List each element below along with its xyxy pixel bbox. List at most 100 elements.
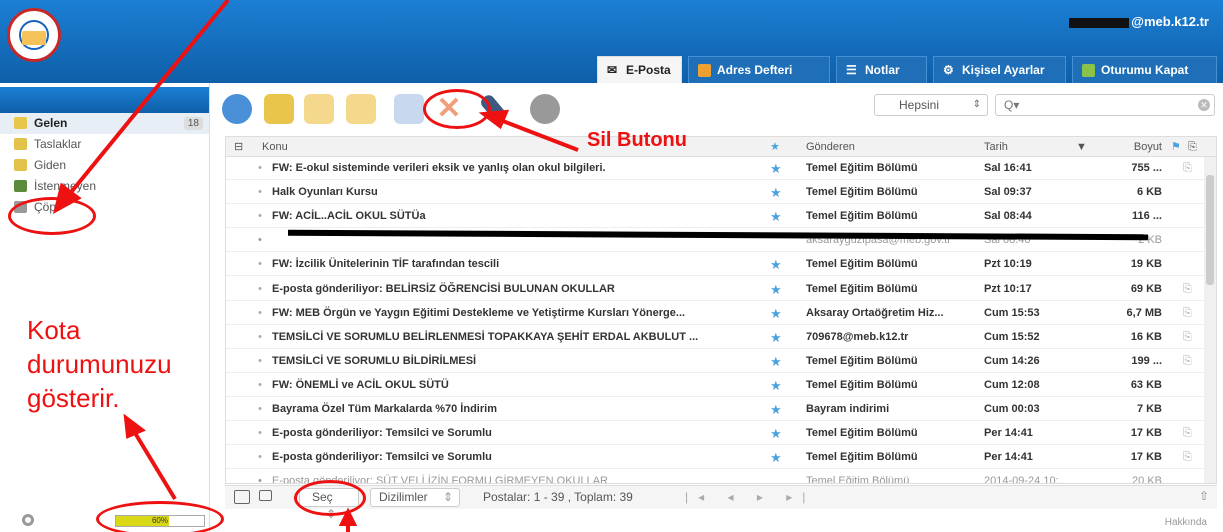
flag-star-icon: ★ xyxy=(770,281,782,297)
message-sender: Temel Eğitim Bölümü xyxy=(806,354,918,367)
table-row[interactable]: • TEMSİLCİ VE SORUMLU BİLDİRİLMESİ ★ Temel … xyxy=(226,350,1206,373)
thread-view-icon[interactable] xyxy=(259,490,272,501)
message-subject: E-posta gönderiliyor: Temsilci ve Soruml… xyxy=(272,427,492,440)
attachment-icon: ⎘ xyxy=(1183,451,1192,464)
message-list: ⊟ Konu ★ Gönderen Tarih ▼ Boyut ⚑ ⎘ • FW:… xyxy=(225,136,1217,484)
flag-star-icon: ★ xyxy=(770,353,782,369)
column-from[interactable]: Gönderen xyxy=(806,137,855,157)
unread-dot: • xyxy=(258,451,262,464)
inbox-icon xyxy=(14,117,27,129)
gear-icon: ⚙ xyxy=(943,63,954,77)
column-size[interactable]: Boyut xyxy=(1102,137,1162,157)
about-link[interactable]: Hakkında xyxy=(1165,517,1207,528)
flag-star-icon: ★ xyxy=(770,450,782,466)
settings-gear-icon[interactable] xyxy=(22,514,34,526)
clear-search-icon[interactable]: ✕ xyxy=(1198,99,1210,111)
search-input[interactable]: Q▾ ✕ xyxy=(995,94,1215,116)
message-size: 116 ... xyxy=(1132,210,1162,223)
table-row[interactable]: • TEMSİLCİ VE SORUMLU BELİRLENMESİ TOPAKK… xyxy=(226,326,1206,349)
column-date[interactable]: Tarih xyxy=(984,137,1008,157)
flag-star-icon: ★ xyxy=(770,426,782,442)
spam-icon xyxy=(14,180,27,192)
sidebar-item-giden[interactable]: Giden xyxy=(0,155,209,176)
flag-star-icon: ★ xyxy=(770,257,782,273)
message-size: 17 KB xyxy=(1130,451,1162,464)
annotation-quota-label: Kota durumunuzu gösterir. xyxy=(27,315,172,413)
message-subject: FW: E-okul sisteminde verileri eksik ve … xyxy=(272,162,606,174)
message-size: 6 KB xyxy=(1136,186,1162,199)
user-email: @meb.k12.tr xyxy=(1069,14,1209,29)
unread-dot: • xyxy=(258,186,262,199)
tab-e-posta[interactable]: ✉ E-Posta xyxy=(597,56,682,83)
attachment-icon: ⎘ xyxy=(1183,306,1192,319)
sidebar-item-istenmeyen[interactable]: İstenmeyen xyxy=(0,176,209,197)
message-subject: FW: ÖNEMLİ ve ACİL OKUL SÜTÜ xyxy=(272,378,449,391)
list-view-icon[interactable] xyxy=(234,490,250,504)
sidebar-item-taslaklar[interactable]: Taslaklar xyxy=(0,134,209,155)
message-date: Sal 09:37 xyxy=(984,186,1032,199)
message-date: Sal 16:41 xyxy=(984,162,1032,174)
table-row[interactable]: • FW: MEB Örgün ve Yaygın Eğitimi Destekl… xyxy=(226,302,1206,325)
message-date: Per 14:41 xyxy=(984,451,1033,464)
sidebar-item-gelen[interactable]: Gelen 18 xyxy=(0,113,209,134)
attachment-icon: ⎘ xyxy=(1183,354,1192,367)
pagination-status: Postalar: 1 - 39 , Toplam: 39 xyxy=(483,490,633,504)
message-list-footer: Seç ⇕ Dizilimler ⇕ Postalar: 1 - 39 , To… xyxy=(225,485,1217,521)
webmail-app: @meb.k12.tr ✉ E-Posta Adres Defteri ☰ Notl… xyxy=(0,0,1223,532)
message-sender: Temel Eğitim Bölümü xyxy=(806,475,910,484)
notes-icon: ☰ xyxy=(846,63,857,77)
table-row[interactable]: • E-posta gönderiliyor: Temsilci ve Sorum… xyxy=(226,446,1206,470)
message-filter-select[interactable]: Hepsini ⇕ xyxy=(874,94,988,116)
sidebar-header xyxy=(0,87,209,113)
reply-all-button[interactable] xyxy=(346,94,376,124)
refresh-icon[interactable] xyxy=(222,94,252,124)
meb-logo xyxy=(7,8,61,62)
message-sender: Temel Eğitim Bölümü xyxy=(806,210,918,223)
column-subject[interactable]: Konu xyxy=(262,137,288,157)
message-sender: Bayram indirimi xyxy=(806,403,890,415)
table-row[interactable]: • FW: ACİL..ACİL OKUL SÜTÜa ★ Temel Eğitim … xyxy=(226,205,1206,229)
message-sender: Temel Eğitim Bölümü xyxy=(806,186,918,199)
scroll-top-icon[interactable]: ⇧ xyxy=(1199,489,1209,503)
status-column-icon: ⚑ xyxy=(1171,141,1181,153)
message-sender: Temel Eğitim Bölümü xyxy=(806,378,918,391)
table-row[interactable]: • Bayrama Özel Tüm Markalarda %70 İndirim… xyxy=(226,398,1206,421)
flag-star-icon: ★ xyxy=(770,161,782,176)
message-sender: Temel Eğitim Bölümü xyxy=(806,451,918,464)
more-gear-icon[interactable] xyxy=(530,94,560,124)
unread-dot: • xyxy=(258,282,262,295)
attachment-column-icon: ⎘ xyxy=(1188,141,1197,153)
tab-adres-defteri[interactable]: Adres Defteri xyxy=(688,56,830,83)
message-sender: 709678@meb.k12.tr xyxy=(806,330,909,343)
annotation-circle-delete xyxy=(423,89,491,129)
compose-button[interactable] xyxy=(264,94,294,124)
table-row[interactable]: • E-posta gönderiliyor: SÜT VELİ İZİN FOR… xyxy=(226,470,1206,484)
reply-button[interactable] xyxy=(304,94,334,124)
table-row[interactable]: • FW: E-okul sisteminde verileri eksik ve… xyxy=(226,157,1206,180)
message-date: Cum 15:53 xyxy=(984,306,1040,319)
table-row[interactable]: • FW: İzcilik Ünitelerinin TİF tarafından… xyxy=(226,253,1206,277)
flag-star-icon: ★ xyxy=(770,377,782,393)
forward-button[interactable] xyxy=(394,94,424,124)
vertical-scrollbar[interactable] xyxy=(1204,157,1216,483)
drafts-icon xyxy=(14,138,27,150)
sort-dropdown[interactable]: Dizilimler ⇕ xyxy=(370,488,460,507)
tab-oturumu-kapat[interactable]: Oturumu Kapat xyxy=(1072,56,1217,83)
pagination-nav[interactable]: |◂ ◂ ▸ ▸| xyxy=(685,490,815,504)
thread-toggle-icon[interactable]: ⊟ xyxy=(234,137,243,157)
unread-dot: • xyxy=(258,330,262,343)
message-subject: E-posta gönderiliyor: Temsilci ve Soruml… xyxy=(272,451,492,464)
table-row[interactable]: • E-posta gönderiliyor: Temsilci ve Sorum… xyxy=(226,422,1206,446)
chevron-updown-icon: ⇕ xyxy=(972,99,981,110)
annotation-circle-quota xyxy=(96,501,224,532)
message-date: Pzt 10:19 xyxy=(984,258,1032,271)
message-date: Per 14:41 xyxy=(984,427,1033,440)
message-date: Cum 15:52 xyxy=(984,330,1040,343)
table-row[interactable]: • FW: ÖNEMLİ ve ACİL OKUL SÜTÜ ★ Temel Eğit… xyxy=(226,374,1206,397)
table-row[interactable]: • E-posta gönderiliyor: BELİRSİZ ÖĞRENCİS… xyxy=(226,278,1206,301)
table-row[interactable]: • Halk Oyunları Kursu ★ Temel Eğitim Bölümü… xyxy=(226,181,1206,205)
sent-icon xyxy=(14,159,27,171)
tab-notlar[interactable]: ☰ Notlar xyxy=(836,56,927,83)
annotation-circle-select xyxy=(294,480,366,516)
tab-kisisel-ayarlar[interactable]: ⚙ Kişisel Ayarlar xyxy=(933,56,1066,83)
